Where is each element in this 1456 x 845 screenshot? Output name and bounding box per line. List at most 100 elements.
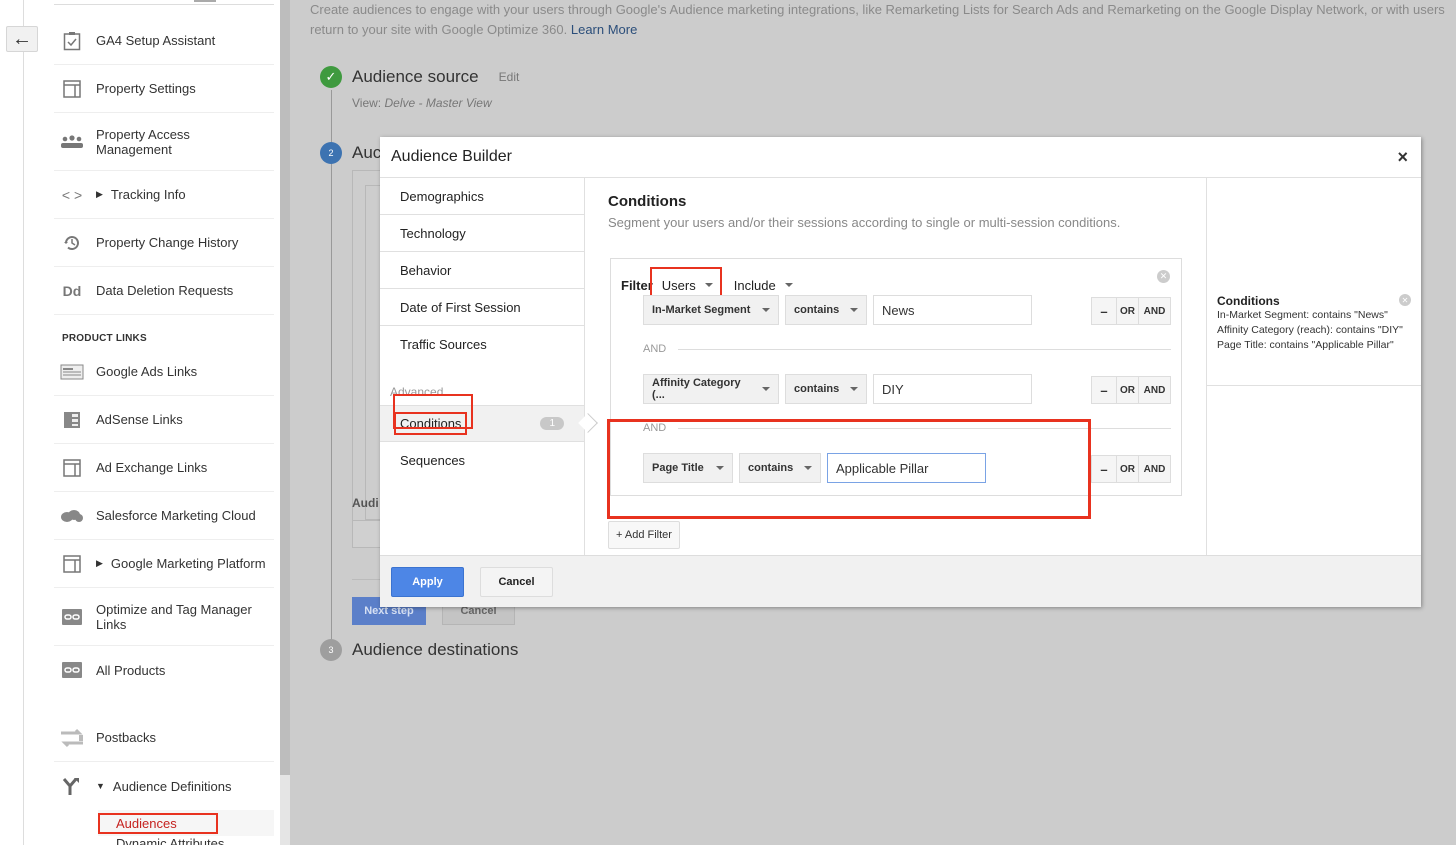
step-audience-destinations: 3 Audience destinations xyxy=(320,639,518,661)
arrow-left-icon: ← xyxy=(12,27,32,50)
condition-value-input[interactable]: Applicable Pillar xyxy=(827,453,986,483)
condition-value-input[interactable]: DIY xyxy=(873,374,1032,404)
and-button[interactable]: AND xyxy=(1138,298,1170,324)
condition-value-input[interactable]: News xyxy=(873,295,1032,325)
learn-more-link[interactable]: Learn More xyxy=(571,22,637,37)
marketing-platform-icon xyxy=(54,554,96,573)
sidebar-item-adsense-links[interactable]: AdSense Links xyxy=(54,396,274,444)
summary-line: Affinity Category (reach): contains "DIY… xyxy=(1217,324,1403,336)
edit-link[interactable]: Edit xyxy=(499,70,520,84)
sidebar-item-audience-definitions[interactable]: ▼ Audience Definitions xyxy=(54,762,274,810)
advanced-label: Advanced xyxy=(390,385,444,399)
dimension-dropdown[interactable]: In-Market Segment xyxy=(643,295,779,325)
step-audience-definition: 2 Auc xyxy=(320,142,381,164)
nav-conditions[interactable]: Conditions 1 xyxy=(380,405,598,442)
sidebar-item-salesforce[interactable]: Salesforce Marketing Cloud xyxy=(54,492,274,540)
sidebar-item-ad-exchange-links[interactable]: Ad Exchange Links xyxy=(54,444,274,492)
nav-behavior[interactable]: Behavior xyxy=(380,252,584,289)
sidebar-item-data-deletion[interactable]: Dd Data Deletion Requests xyxy=(54,267,274,315)
summary-line: Page Title: contains "Applicable Pillar" xyxy=(1217,339,1394,351)
remove-row-button[interactable]: – xyxy=(1092,298,1116,324)
and-button[interactable]: AND xyxy=(1138,377,1170,403)
section-product-links: PRODUCT LINKS xyxy=(62,333,147,344)
sidebar-item-ga4-setup[interactable]: GA4 Setup Assistant xyxy=(54,17,274,65)
nav-traffic-sources[interactable]: Traffic Sources xyxy=(380,326,584,363)
or-button[interactable]: OR xyxy=(1116,298,1138,324)
operator-dropdown[interactable]: contains xyxy=(785,295,867,325)
conditions-title: Conditions xyxy=(608,193,687,210)
sidebar-scrollbar-thumb[interactable] xyxy=(280,0,290,775)
condition-row: In-Market Segment contains News xyxy=(643,295,1032,325)
include-dropdown[interactable]: Include xyxy=(734,278,793,293)
condition-row: Page Title contains Applicable Pillar xyxy=(643,453,986,483)
or-button[interactable]: OR xyxy=(1116,377,1138,403)
remove-row-button[interactable]: – xyxy=(1092,377,1116,403)
and-separator: AND xyxy=(643,422,1171,434)
caret-down-icon xyxy=(850,308,858,312)
google-ads-icon xyxy=(54,364,96,380)
apply-button[interactable]: Apply xyxy=(391,566,464,597)
add-filter-button[interactable]: + Add Filter xyxy=(608,521,680,549)
left-rail xyxy=(0,0,24,845)
intro-text: Create audiences to engage with your use… xyxy=(310,2,1445,37)
summary-line: In-Market Segment: contains "News" xyxy=(1217,309,1388,321)
and-button[interactable]: AND xyxy=(1138,456,1170,482)
nav-technology[interactable]: Technology xyxy=(380,215,584,252)
collapse-triangle-icon: ▼ xyxy=(96,781,105,791)
dimension-dropdown[interactable]: Affinity Category (... xyxy=(643,374,779,404)
or-button[interactable]: OR xyxy=(1116,456,1138,482)
caret-down-icon xyxy=(850,387,858,391)
sidebar-subitem-dynamic-attributes[interactable]: Dynamic Attributes xyxy=(116,836,274,845)
conditions-count-badge: 1 xyxy=(540,417,564,430)
dd-icon: Dd xyxy=(62,282,82,299)
operator-dropdown[interactable]: contains xyxy=(739,453,821,483)
builder-nav: Demographics Technology Behavior Date of… xyxy=(380,178,598,555)
nav-sequences[interactable]: Sequences xyxy=(380,442,584,479)
back-button[interactable]: ← xyxy=(6,26,38,52)
row-actions: – OR AND xyxy=(1091,455,1171,483)
dimension-dropdown[interactable]: Page Title xyxy=(643,453,733,483)
caret-down-icon xyxy=(762,308,770,312)
history-icon xyxy=(54,234,96,252)
filter-group: Filter Users Include ✕ In-Market Segment… xyxy=(610,258,1182,496)
and-separator: AND xyxy=(643,343,1171,355)
cancel-button[interactable]: Cancel xyxy=(480,566,553,597)
sidebar-item-postbacks[interactable]: Postbacks xyxy=(54,714,274,762)
adsense-icon xyxy=(54,411,96,429)
clipboard-check-icon xyxy=(54,31,96,51)
row-actions: – OR AND xyxy=(1091,376,1171,404)
sidebar-item-optimize-tag-manager[interactable]: Optimize and Tag Manager Links xyxy=(54,588,274,646)
sidebar-item-tracking-info[interactable]: < > ▶ Tracking Info xyxy=(54,171,274,219)
summary-panel: Conditions ✕ In-Market Segment: contains… xyxy=(1207,178,1421,555)
cloud-icon xyxy=(54,509,96,523)
nav-demographics[interactable]: Demographics xyxy=(380,178,584,215)
step-audience-source: ✓ Audience source Edit xyxy=(320,66,519,88)
sidebar-subitem-audiences[interactable]: Audiences xyxy=(98,810,274,836)
conditions-subtitle: Segment your users and/or their sessions… xyxy=(608,215,1121,230)
caret-down-icon xyxy=(704,283,713,287)
sidebar-item-property-access[interactable]: Property Access Management xyxy=(54,113,274,171)
close-icon[interactable]: × xyxy=(1397,147,1410,168)
remove-summary-icon[interactable]: ✕ xyxy=(1399,294,1411,306)
sidebar-item-google-ads-links[interactable]: Google Ads Links xyxy=(54,348,274,396)
dialog-title: Audience Builder xyxy=(391,148,512,165)
sidebar-item-all-products[interactable]: All Products xyxy=(54,646,274,694)
sidebar-item-property-settings[interactable]: Property Settings xyxy=(54,65,274,113)
sidebar-item-change-history[interactable]: Property Change History xyxy=(54,219,274,267)
conditions-panel: Conditions Segment your users and/or the… xyxy=(585,178,1207,555)
caret-down-icon xyxy=(762,387,770,391)
sidebar-item-marketing-platform[interactable]: ▶ Google Marketing Platform xyxy=(54,540,274,588)
audience-builder-dialog: Audience Builder × Demographics Technolo… xyxy=(380,137,1421,607)
view-label: View: Delve - Master View xyxy=(352,96,492,110)
caret-down-icon xyxy=(804,466,812,470)
check-icon: ✓ xyxy=(320,66,342,88)
expand-triangle-icon: ▶ xyxy=(96,189,103,199)
row-actions: – OR AND xyxy=(1091,297,1171,325)
operator-dropdown[interactable]: contains xyxy=(785,374,867,404)
code-icon: < > xyxy=(61,186,83,203)
caret-down-icon xyxy=(784,283,793,287)
remove-filter-icon[interactable]: ✕ xyxy=(1157,270,1170,283)
ad-exchange-icon xyxy=(54,458,96,477)
nav-date-of-first-session[interactable]: Date of First Session xyxy=(380,289,584,326)
remove-row-button[interactable]: – xyxy=(1092,456,1116,482)
